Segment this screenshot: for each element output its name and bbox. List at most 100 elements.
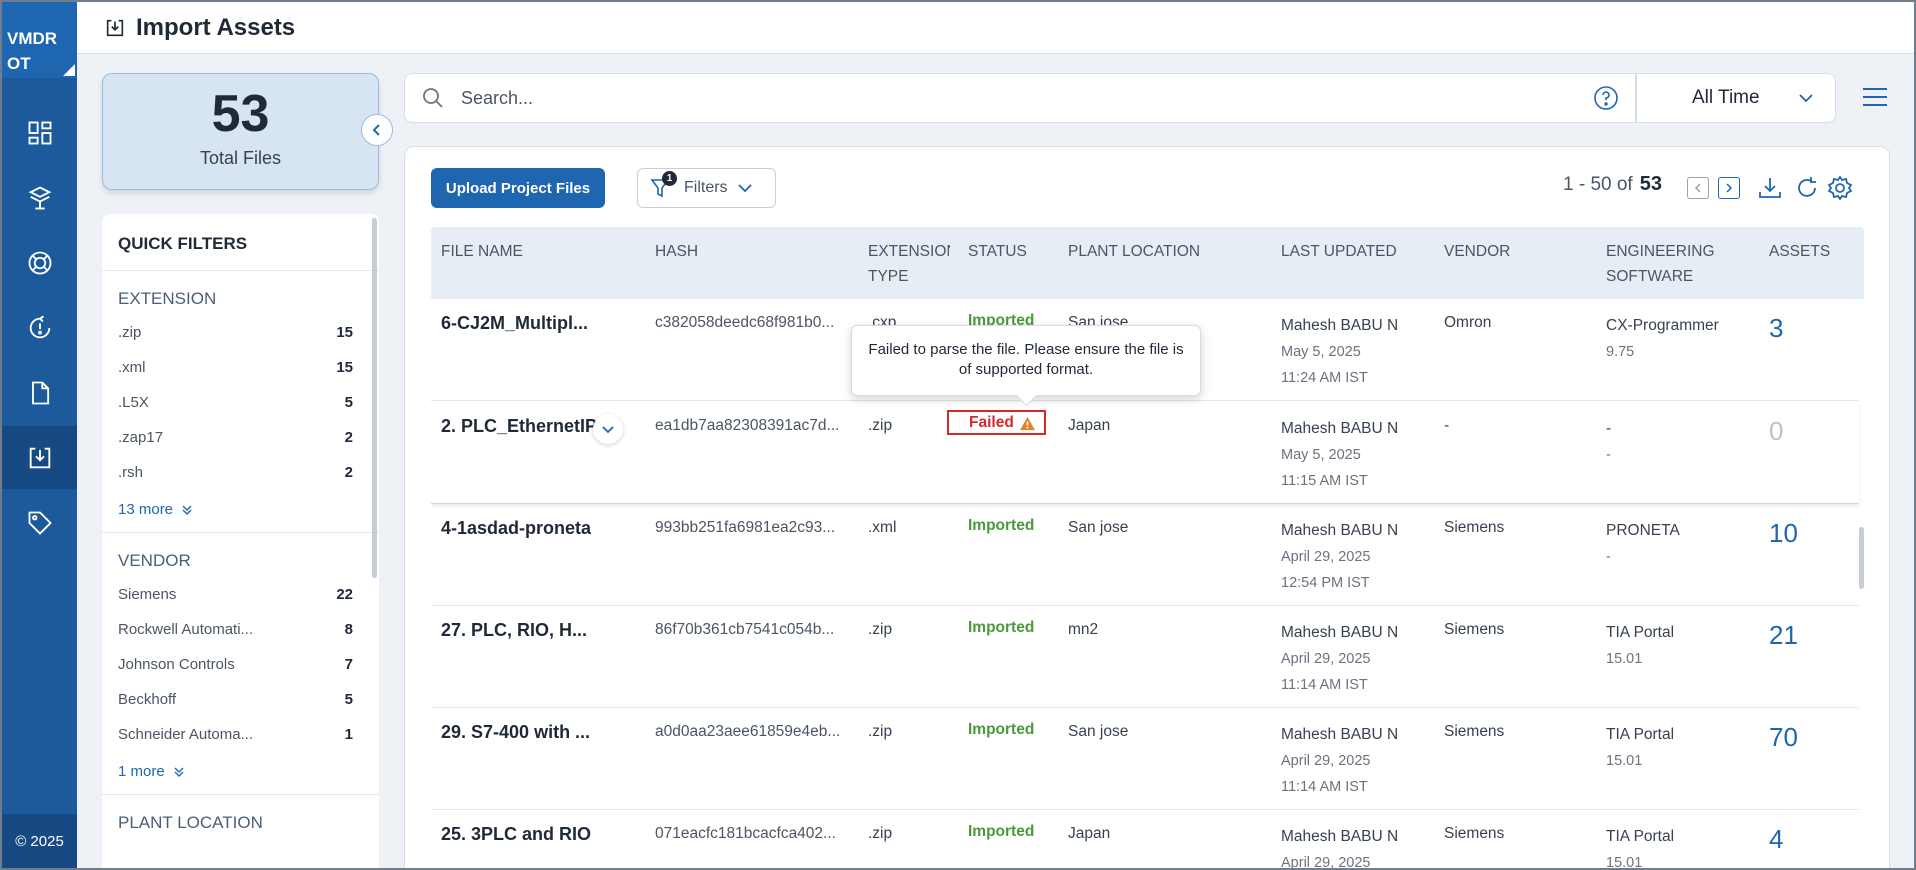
filter-item[interactable]: Schneider Automa... 1 xyxy=(118,726,363,761)
updated-date: May 5, 2025 xyxy=(1281,447,1361,463)
file-name[interactable]: 27. PLC, RIO, H... xyxy=(441,620,587,641)
filter-item-count: 5 xyxy=(344,394,353,411)
software-version: 15.01 xyxy=(1606,855,1643,870)
menu-icon[interactable] xyxy=(1862,85,1888,109)
filter-item-label: Rockwell Automati... xyxy=(118,621,254,638)
nav-dashboard[interactable] xyxy=(2,101,77,164)
filter-item[interactable]: .L5X 5 xyxy=(118,394,363,429)
prev-page-button[interactable] xyxy=(1687,177,1709,199)
col-extension-type[interactable]: EXTENSION TYPE xyxy=(868,239,950,289)
table-row[interactable]: 2. PLC_EthernetIP ea1db7aa82308391ac7d..… xyxy=(431,402,1859,504)
updated-by: Mahesh BABU N xyxy=(1281,624,1399,641)
settings-gear-icon[interactable] xyxy=(1826,174,1854,202)
filter-item[interactable]: .zip 15 xyxy=(118,324,363,359)
filter-item-count: 15 xyxy=(336,324,353,341)
assets-count[interactable]: 70 xyxy=(1769,722,1798,753)
total-files-label: Total Files xyxy=(199,148,282,168)
plant-location: San jose xyxy=(1068,723,1129,740)
vendor-more-link[interactable]: 1 more xyxy=(118,763,363,780)
refresh-icon[interactable] xyxy=(1793,174,1821,202)
file-extension: .zip xyxy=(868,621,893,638)
nav-assets[interactable] xyxy=(2,166,77,229)
filter-item[interactable]: Siemens 22 xyxy=(118,586,363,621)
filter-item[interactable]: Rockwell Automati... 8 xyxy=(118,621,363,656)
col-file-name[interactable]: FILE NAME xyxy=(441,239,523,264)
col-assets[interactable]: ASSETS xyxy=(1769,239,1830,264)
filter-item[interactable]: Johnson Controls 7 xyxy=(118,656,363,691)
software-version: 15.01 xyxy=(1606,651,1643,667)
file-name[interactable]: 2. PLC_EthernetIP xyxy=(441,416,597,437)
filter-item-count: 7 xyxy=(344,656,353,673)
chevron-down-icon xyxy=(737,184,752,193)
status-badge[interactable]: Failed xyxy=(947,410,1046,435)
copyright-text: © 2025 xyxy=(2,814,77,868)
col-status[interactable]: STATUS xyxy=(968,239,1027,264)
nav-activity[interactable] xyxy=(2,296,77,359)
filter-item-label: Johnson Controls xyxy=(118,656,235,673)
nav-tags[interactable] xyxy=(2,491,77,554)
table-row[interactable]: 4-1asdad-proneta 993bb251fa6981ea2c93...… xyxy=(431,504,1859,606)
col-vendor[interactable]: VENDOR xyxy=(1444,239,1510,264)
collapse-panel-button[interactable] xyxy=(361,114,393,146)
engineering-software: - - xyxy=(1606,416,1611,468)
filter-item-label: .zap17 xyxy=(118,429,164,446)
import-icon xyxy=(106,19,124,36)
filters-label: Filters xyxy=(684,179,728,196)
assets-count[interactable]: 4 xyxy=(1769,824,1783,855)
software-name: - xyxy=(1606,420,1612,437)
software-name: TIA Portal xyxy=(1606,828,1675,845)
time-range-select[interactable]: All Time xyxy=(1636,73,1836,123)
table-row[interactable]: 25. 3PLC and RIO 071eacfc181bcacfca402..… xyxy=(431,810,1859,870)
table-scrollbar[interactable] xyxy=(1859,527,1864,589)
filters-button[interactable]: 1 Filters xyxy=(637,168,776,208)
search-input[interactable] xyxy=(461,87,1593,109)
table-header: FILE NAME HASH EXTENSION TYPE STATUS PLA… xyxy=(431,227,1864,299)
total-files-count: 53 xyxy=(211,85,270,143)
software-version: 15.01 xyxy=(1606,753,1643,769)
quick-filters-panel: QUICK FILTERS EXTENSION .zip 15 .xml 15 .L… xyxy=(102,214,379,870)
quick-filters-scrollbar[interactable] xyxy=(372,218,377,578)
upload-project-files-button[interactable]: Upload Project Files xyxy=(431,168,605,208)
filter-item[interactable]: Beckhoff 5 xyxy=(118,691,363,726)
download-icon[interactable] xyxy=(1756,174,1784,202)
assets-count[interactable]: 3 xyxy=(1769,313,1783,344)
assets-count[interactable]: 21 xyxy=(1769,620,1798,651)
col-last-updated[interactable]: LAST UPDATED xyxy=(1281,239,1397,264)
table-row[interactable]: 29. S7-400 with ... a0d0aa23aee61859e4eb… xyxy=(431,708,1859,810)
next-page-button[interactable] xyxy=(1718,177,1740,199)
file-name[interactable]: 25. 3PLC and RIO xyxy=(441,824,591,845)
nav-documents[interactable] xyxy=(2,361,77,424)
updated-by: Mahesh BABU N xyxy=(1281,522,1399,539)
file-name[interactable]: 29. S7-400 with ... xyxy=(441,722,590,743)
file-extension: .zip xyxy=(868,825,893,842)
help-icon[interactable] xyxy=(1593,85,1619,111)
filter-item[interactable]: .zap17 2 xyxy=(118,429,363,464)
filter-item[interactable]: .xml 15 xyxy=(118,359,363,394)
assets-count[interactable]: 10 xyxy=(1769,518,1798,549)
double-chevron-down-icon xyxy=(182,505,192,515)
vendor-filter-title: VENDOR xyxy=(118,551,191,570)
total-files-card: 53 Total Files xyxy=(102,73,379,190)
brand-logo[interactable]: VMDR OT xyxy=(2,2,77,78)
file-name[interactable]: 4-1asdad-proneta xyxy=(441,518,591,539)
nav-import[interactable] xyxy=(2,426,77,489)
col-hash[interactable]: HASH xyxy=(655,239,698,264)
filter-item[interactable]: .rsh 2 xyxy=(118,464,363,499)
nav-network[interactable] xyxy=(2,231,77,294)
vendor-more-label: 1 more xyxy=(118,763,165,780)
col-engineering-software[interactable]: ENGINEERING SOFTWARE xyxy=(1606,239,1726,289)
updated-by: Mahesh BABU N xyxy=(1281,420,1399,437)
file-name[interactable]: 6-CJ2M_Multipl... xyxy=(441,313,588,334)
plant-location-filter-section: PLANT LOCATION xyxy=(102,795,379,862)
brand-corner-icon xyxy=(63,64,75,76)
time-range-value: All Time xyxy=(1692,87,1760,108)
updated-time: 11:14 AM IST xyxy=(1281,779,1368,795)
table-row[interactable]: 27. PLC, RIO, H... 86f70b361cb7541c054b.… xyxy=(431,606,1859,708)
extension-more-link[interactable]: 13 more xyxy=(118,501,363,518)
expand-row-button[interactable] xyxy=(593,414,623,444)
col-plant-location[interactable]: PLANT LOCATION xyxy=(1068,239,1200,264)
filter-item-label: .xml xyxy=(118,359,146,376)
updated-date: April 29, 2025 xyxy=(1281,753,1371,769)
file-hash: 071eacfc181bcacfca402... xyxy=(655,825,836,842)
last-updated: Mahesh BABU N May 5, 2025 11:15 AM IST xyxy=(1281,416,1398,494)
